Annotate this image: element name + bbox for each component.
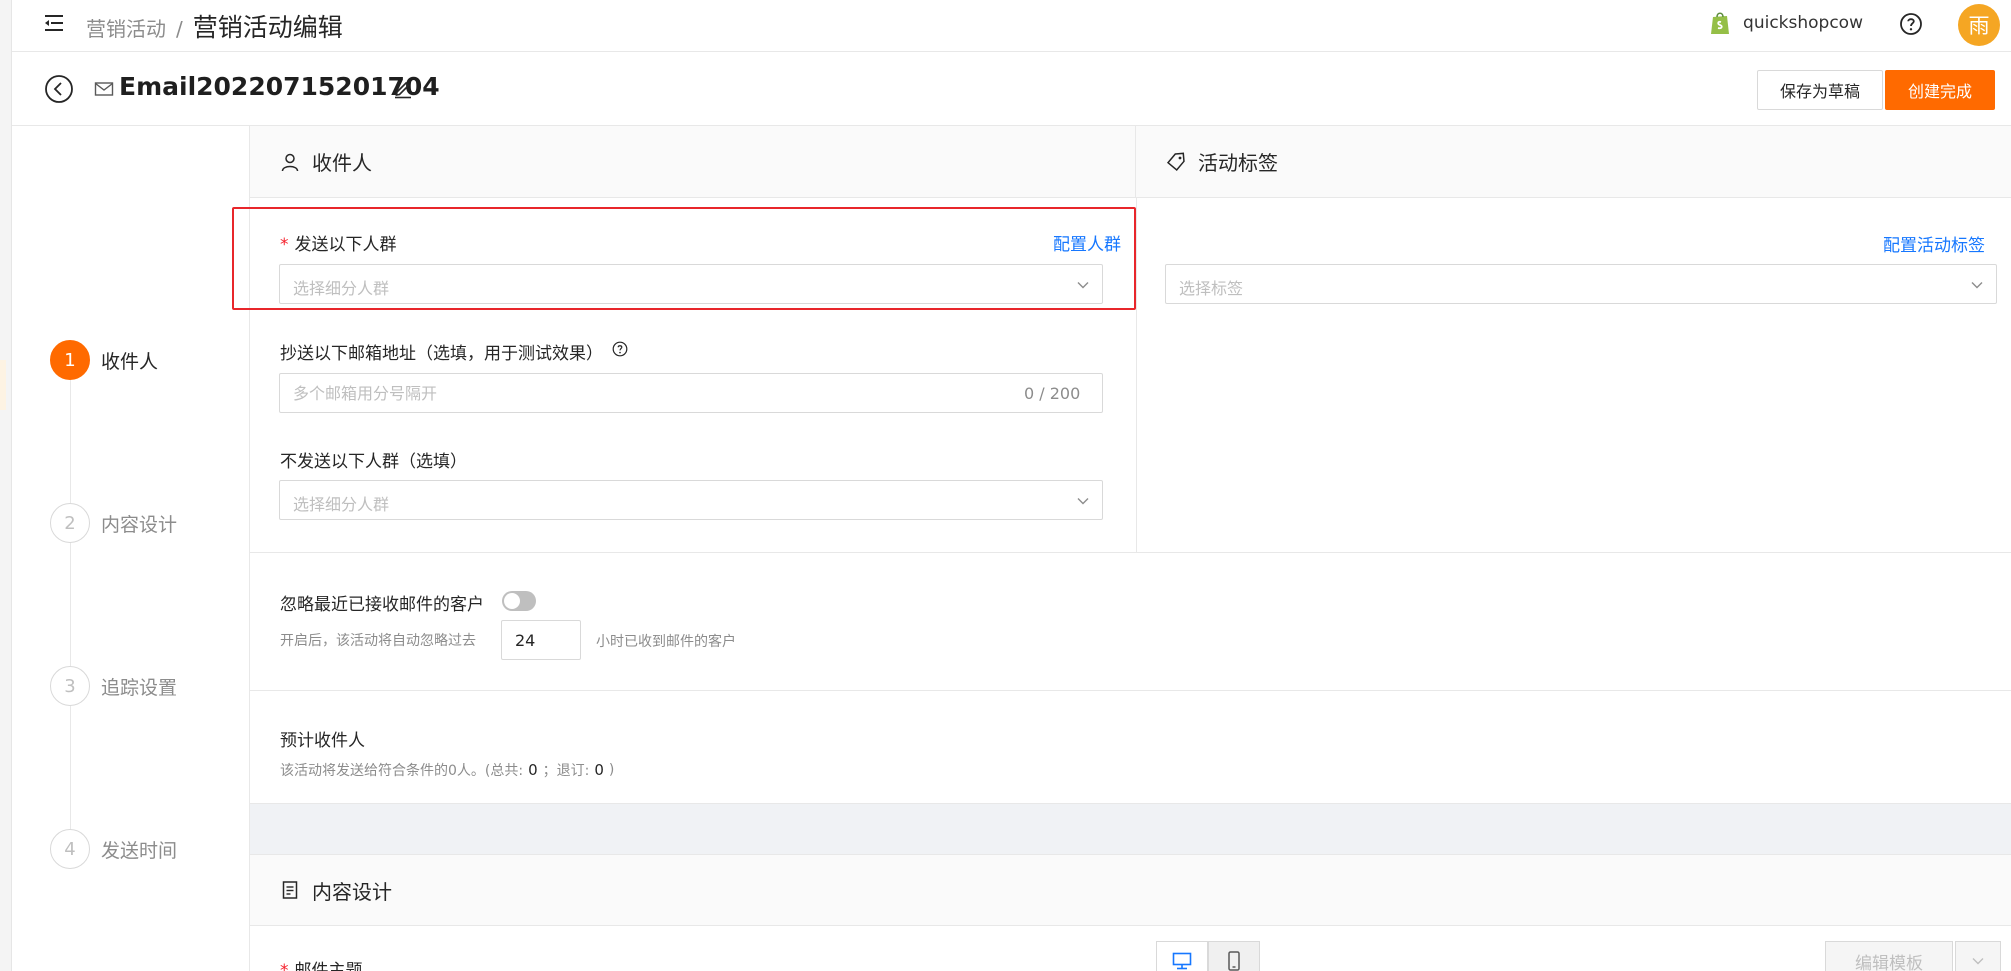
step-label: 发送时间 — [101, 839, 178, 862]
step-number: 1 — [50, 340, 90, 380]
section-divider — [250, 552, 2011, 553]
section-divider — [250, 690, 2011, 691]
user-avatar[interactable]: 雨 — [1958, 4, 2000, 46]
back-arrow-icon[interactable] — [44, 74, 74, 104]
step-number: 4 — [50, 829, 90, 869]
send-segment-label: * 发送以下人群 — [280, 230, 397, 255]
step-label: 收件人 — [101, 350, 159, 373]
estimate-text-suffix: ) — [608, 762, 615, 778]
subject-label: * 邮件主题 — [280, 956, 363, 971]
cc-email-input[interactable] — [279, 373, 1103, 413]
create-complete-button[interactable]: 创建完成 — [1885, 70, 1995, 110]
ignore-recent-label: 忽略最近已接收邮件的客户 — [280, 595, 484, 615]
step-tracking-settings[interactable]: 3 追踪设置 — [50, 666, 177, 706]
chevron-down-icon — [1077, 282, 1089, 289]
main-content: 收件人 活动标签 * 发送以下人群 配置人群 选择细分人群 抄送以下邮箱地址（选填… — [249, 126, 2011, 971]
shop-switcher[interactable]: quickshopcow — [1709, 10, 1863, 36]
mobile-view-button[interactable] — [1208, 941, 1260, 971]
toggle-knob — [504, 593, 520, 609]
save-draft-button[interactable]: 保存为草稿 — [1757, 70, 1883, 110]
estimate-total: 0 — [528, 761, 538, 779]
tag-select-placeholder: 选择标签 — [1179, 279, 1244, 298]
breadcrumb-separator: / — [176, 17, 183, 41]
estimate-unsubscribed: 0 — [594, 761, 604, 779]
config-tags-link[interactable]: 配置活动标签 — [1883, 231, 1985, 256]
mobile-icon — [1228, 951, 1240, 971]
left-gutter — [0, 0, 12, 971]
help-icon[interactable] — [1899, 12, 1923, 36]
desktop-icon — [1172, 952, 1192, 970]
top-nav: 营销活动 / 营销活动编辑 quickshopcow 雨 — [12, 0, 2011, 52]
desktop-view-button[interactable] — [1156, 941, 1208, 971]
ignore-hours-input[interactable] — [501, 620, 581, 660]
tag-icon — [1166, 152, 1185, 171]
steps-nav: 1 收件人 2 内容设计 3 追踪设置 4 发送时间 — [50, 340, 250, 880]
step-label: 追踪设置 — [101, 676, 178, 699]
steps-connector-line — [70, 380, 71, 836]
ignore-hint-after: 小时已收到邮件的客户 — [596, 634, 736, 650]
step-number: 3 — [50, 666, 90, 706]
cc-char-counter: 0 / 200 — [1024, 384, 1081, 403]
ignore-recent-toggle[interactable] — [502, 591, 536, 611]
content-design-title: 内容设计 — [312, 879, 392, 904]
step-recipients[interactable]: 1 收件人 — [50, 340, 158, 380]
chevron-down-icon — [1972, 958, 1984, 965]
chevron-down-icon — [1971, 282, 1983, 289]
step-number: 2 — [50, 503, 90, 543]
estimate-text: 该活动将发送给符合条件的0人。(总共: 0 ；退订: 0 ) — [280, 760, 614, 780]
tags-panel-header: 活动标签 — [1136, 126, 2011, 198]
segment-select[interactable]: 选择细分人群 — [279, 264, 1103, 304]
question-circle-icon[interactable] — [612, 341, 628, 357]
recipients-panel-header: 收件人 — [250, 126, 1136, 198]
exclude-segment-label: 不发送以下人群（选填） — [280, 452, 467, 472]
estimate-text-prefix: 该活动将发送给符合条件的0人。(总共: — [280, 763, 524, 779]
cc-email-label: 抄送以下邮箱地址（选填，用于测试效果） — [280, 344, 603, 364]
app-root: 营销活动 / 营销活动编辑 quickshopcow 雨 Email202207… — [0, 0, 2011, 971]
mail-icon — [94, 82, 114, 96]
step-content-design[interactable]: 2 内容设计 — [50, 503, 177, 543]
subject-label-text: 邮件主题 — [294, 961, 363, 971]
chevron-down-icon — [1077, 498, 1089, 505]
user-icon — [281, 153, 299, 171]
send-segment-label-text: 发送以下人群 — [294, 235, 397, 255]
required-mark: * — [280, 235, 289, 255]
segment-select-placeholder: 选择细分人群 — [293, 279, 390, 298]
tags-title: 活动标签 — [1198, 151, 1278, 175]
campaign-header: Email20220715201704 保存为草稿 创建完成 — [12, 52, 2011, 126]
recipients-title: 收件人 — [312, 151, 372, 175]
section-gap — [250, 804, 2011, 854]
exclude-select-placeholder: 选择细分人群 — [293, 495, 390, 514]
estimate-separator: ；退订: — [542, 763, 590, 779]
shopify-bag-icon — [1711, 12, 1730, 34]
tag-select[interactable]: 选择标签 — [1165, 264, 1997, 304]
breadcrumb-parent[interactable]: 营销活动 — [86, 13, 166, 42]
pencil-edit-icon[interactable] — [392, 77, 414, 99]
breadcrumb-current: 营销活动编辑 — [192, 13, 343, 42]
menu-collapse-icon[interactable] — [42, 11, 66, 35]
document-icon — [282, 881, 298, 899]
shop-name: quickshopcow — [1743, 13, 1863, 33]
gutter-accent — [0, 360, 6, 410]
step-label: 内容设计 — [101, 513, 178, 536]
column-divider — [1136, 198, 1137, 552]
exclude-segment-select[interactable]: 选择细分人群 — [279, 480, 1103, 520]
content-design-header: 内容设计 — [250, 854, 2011, 926]
breadcrumb: 营销活动 / 营销活动编辑 — [86, 8, 343, 44]
edit-template-dropdown[interactable] — [1955, 941, 2001, 971]
step-send-time[interactable]: 4 发送时间 — [50, 829, 177, 869]
edit-template-button[interactable]: 编辑模板 — [1825, 941, 1953, 971]
required-mark: * — [280, 961, 289, 971]
device-view-toggle — [1156, 941, 1260, 971]
config-segment-link[interactable]: 配置人群 — [1053, 230, 1121, 255]
estimate-label: 预计收件人 — [280, 731, 365, 751]
ignore-hint-before: 开启后，该活动将自动忽略过去 — [280, 633, 476, 649]
